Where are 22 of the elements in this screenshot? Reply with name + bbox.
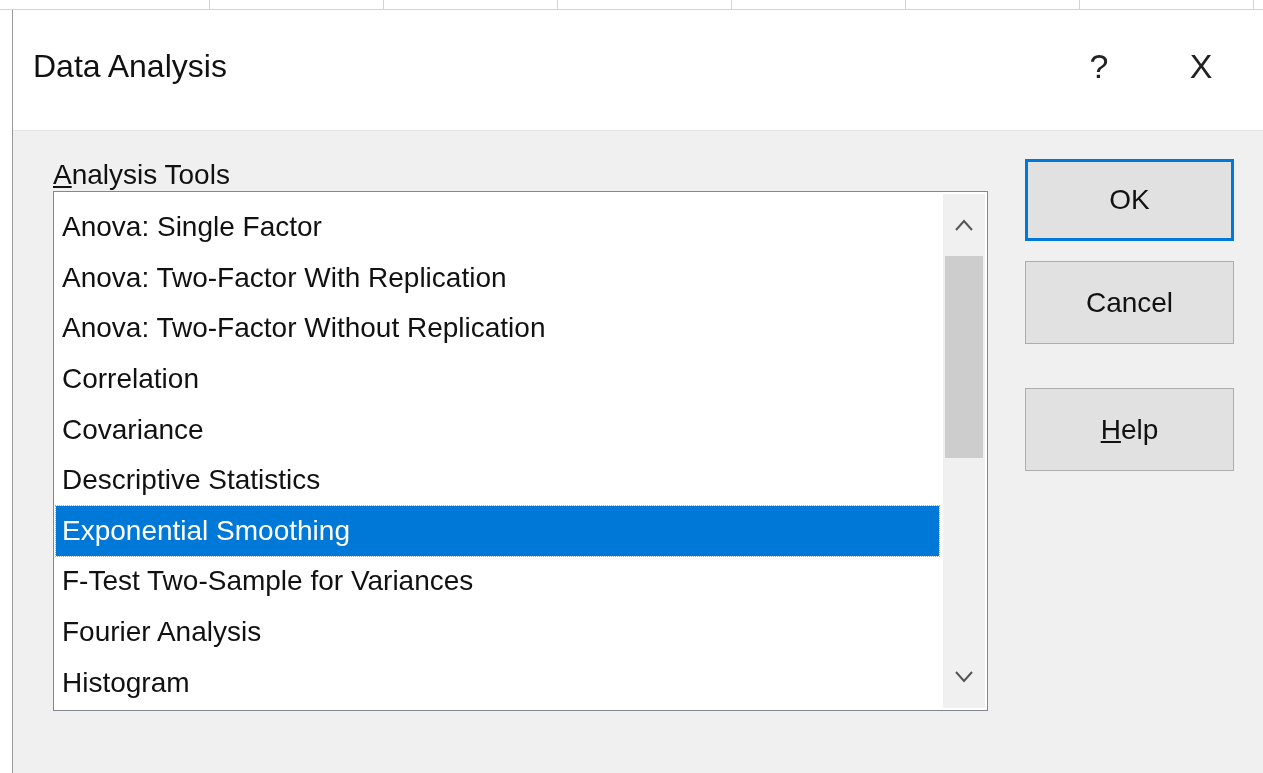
list-label: Analysis Tools bbox=[53, 159, 230, 190]
list-item[interactable]: Anova: Two-Factor Without Replication bbox=[56, 303, 939, 354]
list-item[interactable]: Histogram bbox=[56, 657, 939, 708]
window-title: Data Analysis bbox=[33, 47, 228, 86]
chevron-down-icon bbox=[954, 671, 974, 683]
chevron-up-icon bbox=[954, 219, 974, 231]
list-item[interactable]: Anova: Two-Factor With Replication bbox=[56, 252, 939, 304]
list-item[interactable]: Covariance bbox=[56, 404, 939, 455]
help-button[interactable]: ? bbox=[1059, 46, 1139, 94]
analysis-tools-list[interactable] bbox=[53, 191, 988, 711]
scrollbar[interactable] bbox=[943, 194, 985, 708]
dialog-button[interactable]: OK bbox=[1025, 159, 1234, 241]
dialog-button[interactable]: Help bbox=[1025, 388, 1234, 471]
dialog-button[interactable]: Cancel bbox=[1025, 261, 1234, 344]
close-button[interactable]: X bbox=[1161, 46, 1241, 94]
list-item[interactable]: Correlation bbox=[56, 353, 939, 405]
list-item[interactable]: Fourier Analysis bbox=[56, 606, 939, 658]
list-item[interactable]: Descriptive Statistics bbox=[56, 454, 939, 506]
scrollbar-thumb[interactable] bbox=[945, 256, 983, 458]
list-item[interactable]: Anova: Single Factor bbox=[56, 202, 939, 253]
list-item[interactable]: F-Test Two-Sample for Variances bbox=[56, 556, 939, 607]
list-item[interactable]: Exponential Smoothing bbox=[56, 505, 939, 557]
